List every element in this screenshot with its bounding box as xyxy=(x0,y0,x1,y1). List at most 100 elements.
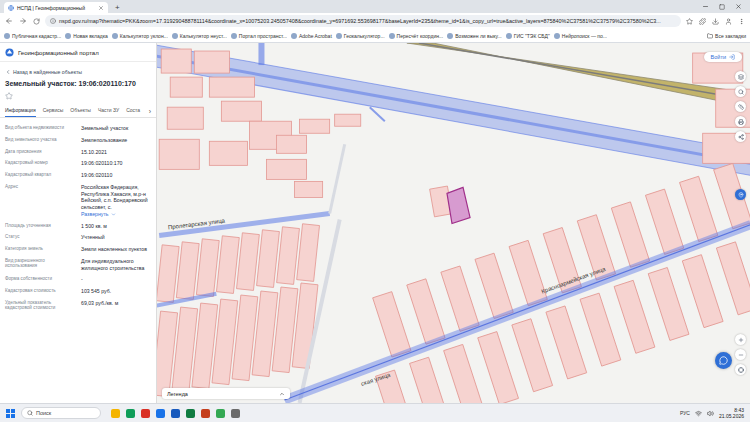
windows-start-icon[interactable] xyxy=(6,409,15,418)
app-icon[interactable] xyxy=(201,409,210,418)
parcel[interactable] xyxy=(297,224,320,282)
zoom-in-button[interactable] xyxy=(735,334,746,345)
explorer-icon[interactable] xyxy=(111,409,120,418)
parcel[interactable] xyxy=(196,239,219,297)
parcel[interactable] xyxy=(159,139,199,169)
browser-tab[interactable]: НСПД | Геоинформационный xyxy=(4,2,108,13)
parcel[interactable] xyxy=(257,230,280,288)
legend-panel[interactable]: Легенда xyxy=(162,388,290,399)
all-bookmarks[interactable]: Все закладки xyxy=(707,33,746,39)
parcel[interactable] xyxy=(295,181,323,197)
parcel[interactable] xyxy=(410,357,451,403)
close-icon[interactable] xyxy=(98,5,104,11)
tabs-more-button[interactable]: › xyxy=(149,108,151,117)
map-tool-button[interactable] xyxy=(735,101,746,112)
back-icon[interactable] xyxy=(5,17,13,25)
map-canvas[interactable]: Пролетарская улицаКрасноармейская улицас… xyxy=(157,43,750,403)
parcel[interactable] xyxy=(611,202,649,267)
map-tool-button[interactable] xyxy=(735,116,746,127)
parcel[interactable] xyxy=(292,283,318,369)
parcel[interactable] xyxy=(478,332,519,403)
parcel[interactable] xyxy=(716,242,750,315)
word-icon[interactable] xyxy=(171,409,180,418)
parcel[interactable] xyxy=(614,280,655,353)
panel-tab[interactable]: Информация xyxy=(5,104,36,117)
selected-parcel[interactable] xyxy=(447,187,470,223)
zoom-out-button[interactable] xyxy=(735,349,746,360)
taskbar-search[interactable]: Поиск xyxy=(21,407,101,419)
parcel[interactable] xyxy=(209,141,247,165)
parcel[interactable] xyxy=(266,159,306,179)
parcel[interactable] xyxy=(407,279,445,344)
parcel[interactable] xyxy=(546,306,587,379)
parcel[interactable] xyxy=(475,253,513,318)
bookmark[interactable]: Adobe Acrobat xyxy=(291,33,332,39)
panel-tab[interactable]: Объекты xyxy=(70,104,91,117)
parcel[interactable] xyxy=(682,255,723,328)
parcel[interactable] xyxy=(509,240,547,305)
bookmark[interactable]: Калькулятор уклон... xyxy=(112,33,168,39)
parcel[interactable] xyxy=(194,51,229,73)
chrome-icon[interactable] xyxy=(216,409,225,418)
app-icon[interactable] xyxy=(141,409,150,418)
parcel[interactable] xyxy=(648,268,689,341)
panel-tab[interactable]: Соста xyxy=(126,104,140,117)
language-indicator[interactable]: РУС xyxy=(680,410,690,416)
back-link[interactable]: Назад в найденные объекты xyxy=(0,62,156,77)
map-tool-button[interactable] xyxy=(735,71,746,82)
parcel[interactable] xyxy=(444,344,485,403)
map-tool-button[interactable] xyxy=(735,131,746,142)
parcel[interactable] xyxy=(277,135,307,153)
locate-button[interactable] xyxy=(735,189,746,200)
favorite-star-icon[interactable] xyxy=(5,92,13,100)
bookmark[interactable]: Калькулятор неуст... xyxy=(172,33,227,39)
parcel[interactable] xyxy=(714,163,750,228)
bookmark[interactable]: Портал пространст... xyxy=(231,33,287,39)
excel-icon[interactable] xyxy=(186,409,195,418)
login-button[interactable]: Войти xyxy=(704,52,742,62)
bookmark[interactable]: Геокалькулятор... xyxy=(336,33,385,39)
map-tool-button[interactable] xyxy=(735,86,746,97)
extensions-icon[interactable] xyxy=(699,18,706,25)
menu-icon[interactable] xyxy=(738,18,745,25)
bookmark-star-icon[interactable] xyxy=(686,18,693,25)
download-icon[interactable] xyxy=(712,18,719,25)
bookmark[interactable]: Нейропоиск — по... xyxy=(554,33,607,39)
reload-icon[interactable] xyxy=(33,18,40,25)
parcel[interactable] xyxy=(373,292,411,357)
parcel[interactable] xyxy=(277,227,300,285)
map[interactable]: Пролетарская улицаКрасноармейская улицас… xyxy=(157,43,750,403)
parcel[interactable] xyxy=(580,293,621,366)
bookmark[interactable]: Возможен ли выку... xyxy=(447,33,502,39)
new-tab-button[interactable]: + xyxy=(112,2,123,13)
parcel[interactable] xyxy=(441,266,479,331)
my-location-button[interactable] xyxy=(735,364,746,375)
clock[interactable]: 8:4321.05.2026 xyxy=(719,407,744,419)
parcel[interactable] xyxy=(167,107,203,129)
app-icon[interactable] xyxy=(156,409,165,418)
url-field[interactable]: nspd.gov.ru/map?thematic=PKK&zoom=17.319… xyxy=(45,15,681,27)
forward-icon[interactable] xyxy=(19,17,27,25)
maximize-icon[interactable] xyxy=(719,4,725,10)
parcel[interactable] xyxy=(300,119,330,133)
panel-tab[interactable]: Части ЗУ xyxy=(98,104,119,117)
parcel[interactable] xyxy=(221,101,261,121)
bookmark[interactable]: Публичная кадастр... xyxy=(4,33,61,39)
parcel[interactable] xyxy=(335,114,361,126)
close-window-icon[interactable] xyxy=(735,3,742,10)
parcel[interactable] xyxy=(176,242,199,300)
volume-icon[interactable] xyxy=(707,410,714,417)
profile-icon[interactable] xyxy=(725,18,732,25)
parcel[interactable] xyxy=(157,245,179,303)
expand-link[interactable]: Развернуть xyxy=(81,211,151,218)
chat-button[interactable] xyxy=(715,352,732,369)
minimize-icon[interactable] xyxy=(702,3,709,10)
bookmark[interactable]: ГИС "ТЭК СБД" xyxy=(506,33,550,39)
app-icon[interactable] xyxy=(231,409,240,418)
parcel[interactable] xyxy=(512,319,553,392)
parcel[interactable] xyxy=(170,77,202,97)
site-info-icon[interactable] xyxy=(50,18,56,24)
parcel[interactable] xyxy=(161,49,191,73)
bookmark[interactable]: Новая вкладка xyxy=(65,33,107,39)
parcel[interactable] xyxy=(209,77,254,97)
